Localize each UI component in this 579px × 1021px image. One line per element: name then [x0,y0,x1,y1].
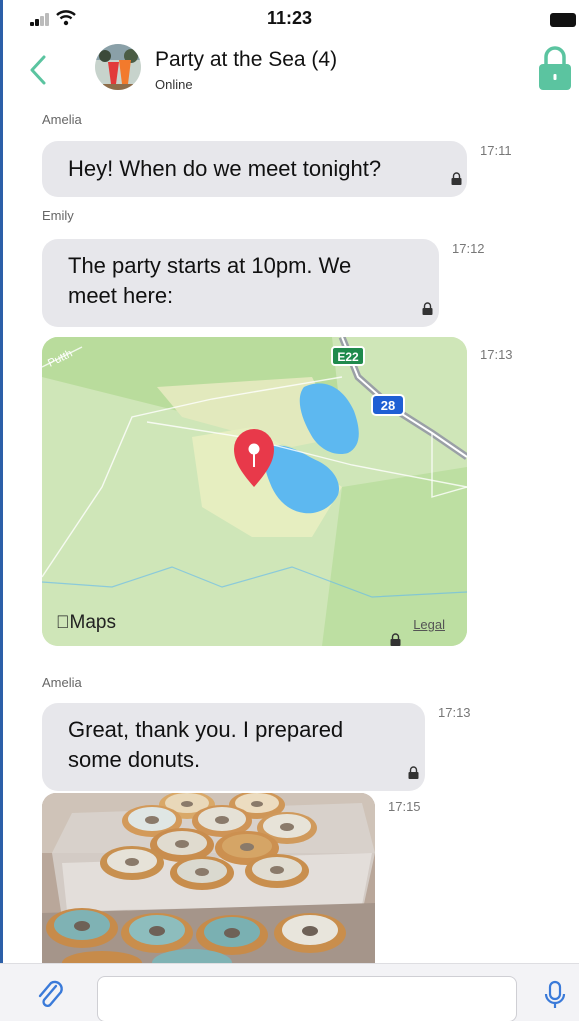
encrypted-lock-icon [451,172,462,185]
chat-header: Party at the Sea (4) Online [0,36,579,102]
message-composer [0,963,579,1021]
map-canvas: Putth E22 28 [42,337,467,646]
message-bubble[interactable]: Great, thank you. I prepared some donuts… [42,703,425,791]
location-map[interactable]: Putth E22 28 Maps Legal [42,337,467,646]
map-legal-link[interactable]: Legal [413,617,445,632]
route-28-shield: 28 [371,394,405,416]
chat-title[interactable]: Party at the Sea (4) [155,48,337,72]
mic-icon[interactable] [544,980,566,1010]
status-bar: 11:23 [0,0,579,36]
window-edge [0,0,3,1021]
attach-icon[interactable] [36,978,64,1010]
message-input[interactable] [97,976,517,1021]
encrypted-lock-icon [408,766,419,779]
message-time: 17:12 [452,241,485,256]
sender-name: Amelia [42,112,82,127]
lock-icon[interactable] [537,46,573,92]
message-bubble[interactable]: The party starts at 10pm. We meet here: [42,239,439,327]
encrypted-lock-icon [390,633,401,646]
message-text-line: The party starts at 10pm. We [68,253,352,278]
chat-online-status: Online [155,77,193,92]
sender-name: Amelia [42,675,82,690]
message-text-line: Great, thank you. I prepared [68,717,344,742]
e22-road-shield: E22 [331,346,365,366]
message-time: 17:13 [480,347,513,362]
svg-text:E22: E22 [337,350,359,364]
message-time: 17:15 [388,799,421,814]
message-bubble[interactable]: Hey! When do we meet tonight? [42,141,467,197]
sender-name: Emily [42,208,74,223]
back-icon[interactable] [28,54,48,86]
svg-text:28: 28 [381,398,395,413]
donuts-photo[interactable] [42,793,375,963]
message-time: 17:13 [438,705,471,720]
status-time: 11:23 [266,8,313,28]
apple-maps-logo: Maps [56,612,116,633]
battery-icon [550,13,576,27]
message-text-line: meet here: [68,283,174,308]
message-text-line: some donuts. [68,747,201,772]
encrypted-lock-icon [422,302,433,315]
message-text: Hey! When do we meet tonight? [68,156,382,181]
message-time: 17:11 [480,143,512,158]
group-avatar[interactable] [95,44,141,90]
